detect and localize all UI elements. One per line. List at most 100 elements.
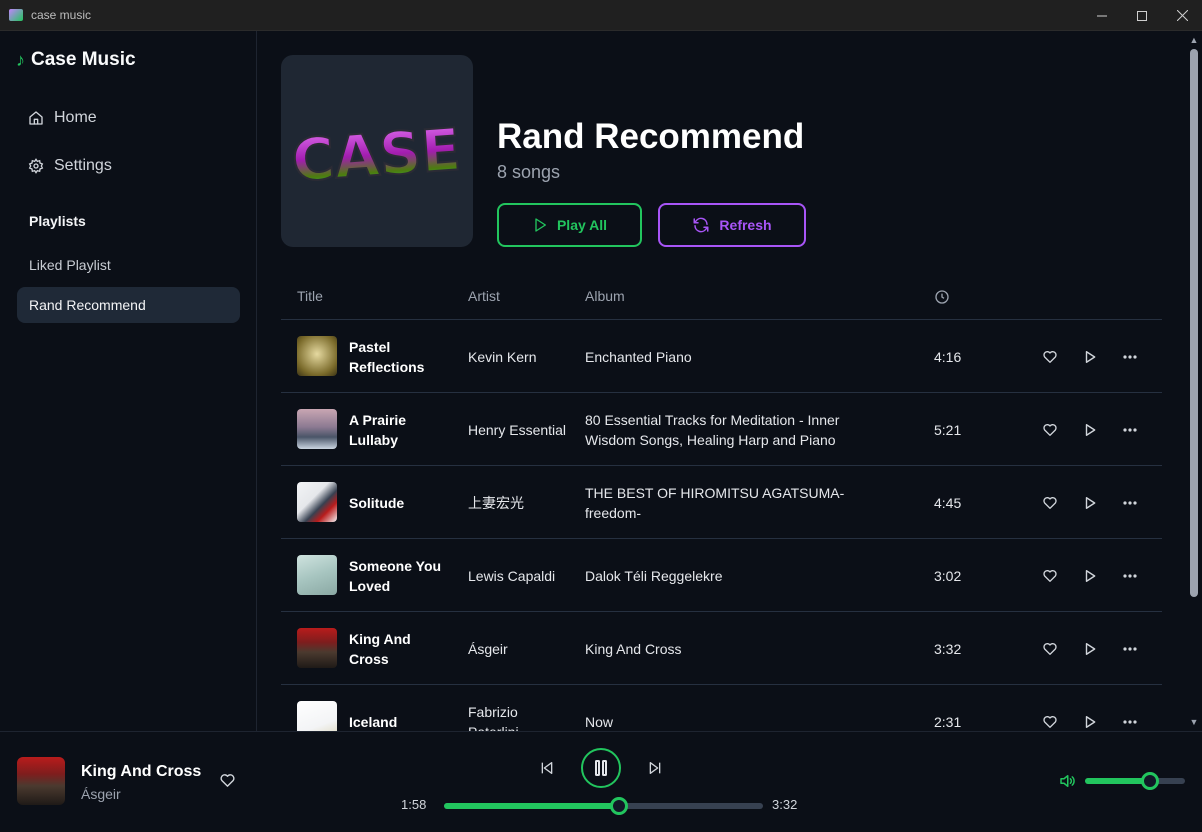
table-row[interactable]: Someone You Loved Lewis Capaldi Dalok Té… — [281, 539, 1162, 612]
heart-icon — [1043, 716, 1057, 728]
song-album: Dalok Téli Reggelekre — [585, 567, 723, 584]
nav-home-label: Home — [54, 109, 97, 126]
album-thumbnail — [297, 628, 337, 668]
header-artist: Artist — [468, 288, 500, 304]
more-icon — [1123, 501, 1137, 505]
playlist-song-count: 8 songs — [497, 162, 561, 182]
like-button[interactable] — [1041, 567, 1059, 585]
pause-button[interactable] — [581, 748, 621, 788]
window-titlebar: case music — [0, 0, 1202, 31]
song-table: Pastel Reflections Kevin Kern Enchanted … — [281, 320, 1162, 731]
now-playing-cover — [17, 757, 65, 805]
more-icon — [1123, 355, 1137, 359]
clock-icon — [935, 290, 949, 304]
more-button[interactable] — [1121, 494, 1139, 512]
song-album: THE BEST OF HIROMITSU AGATSUMA-freedom- — [585, 484, 845, 521]
play-song-button[interactable] — [1081, 348, 1099, 366]
play-song-button[interactable] — [1081, 494, 1099, 512]
header-title: Title — [297, 288, 323, 304]
sidebar-item-liked-playlist[interactable]: Liked Playlist — [17, 247, 240, 283]
sidebar-item-rand-recommend[interactable]: Rand Recommend — [17, 287, 240, 323]
table-row[interactable]: Solitude 上妻宏光 THE BEST OF HIROMITSU AGAT… — [281, 466, 1162, 539]
table-row[interactable]: Iceland Fabrizio Paterlini Now 2:31 — [281, 685, 1162, 731]
song-title: Iceland — [349, 713, 398, 730]
volume-slider[interactable] — [1085, 772, 1185, 790]
player-bar: King And Cross Ásgeir 1:58 3:32 — [0, 731, 1202, 832]
close-button[interactable] — [1162, 0, 1202, 31]
song-title: Someone You Loved — [349, 557, 442, 594]
album-thumbnail — [297, 701, 337, 731]
heart-icon — [1043, 570, 1057, 582]
brand-name: Case Music — [31, 49, 136, 70]
like-button[interactable] — [1041, 494, 1059, 512]
main-content: CASE Rand Recommend 8 songs Play All Ref… — [258, 31, 1186, 731]
next-button[interactable] — [645, 758, 665, 778]
song-title: Pastel Reflections — [349, 338, 425, 375]
heart-icon — [1043, 643, 1057, 655]
music-note-icon: ♪ — [16, 49, 25, 70]
progress-handle[interactable] — [610, 797, 629, 815]
song-artist: Ásgeir — [468, 640, 508, 657]
song-artist: 上妻宏光 — [468, 494, 524, 511]
progress-slider[interactable] — [444, 797, 763, 815]
refresh-button[interactable]: Refresh — [658, 203, 806, 247]
like-button[interactable] — [1041, 640, 1059, 658]
song-title: Solitude — [349, 494, 405, 511]
minimize-button[interactable] — [1082, 0, 1122, 31]
play-icon — [1085, 643, 1096, 655]
song-album: King And Cross — [585, 640, 682, 657]
like-button[interactable] — [1041, 348, 1059, 366]
song-title: A Prairie Lullaby — [349, 411, 407, 448]
nav-settings[interactable]: Settings — [28, 157, 112, 175]
scroll-up-arrow-icon[interactable]: ▲ — [1189, 35, 1199, 45]
more-button[interactable] — [1121, 713, 1139, 731]
now-playing-title: King And Cross — [81, 763, 202, 780]
volume-button[interactable] — [1057, 772, 1077, 795]
maximize-button[interactable] — [1122, 0, 1162, 31]
play-song-button[interactable] — [1081, 421, 1099, 439]
heart-icon — [1043, 497, 1057, 509]
song-title: King And Cross — [349, 630, 411, 667]
song-album: Enchanted Piano — [585, 348, 692, 365]
like-button[interactable] — [1041, 713, 1059, 731]
like-button[interactable] — [1041, 421, 1059, 439]
main-scrollbar[interactable]: ▲ ▼ — [1186, 31, 1202, 731]
maximize-icon — [1137, 10, 1147, 21]
play-icon — [1085, 424, 1096, 436]
nav-home[interactable]: Home — [28, 109, 97, 127]
scrollbar-thumb[interactable] — [1190, 49, 1198, 597]
playlists-heading: Playlists — [29, 213, 86, 229]
album-thumbnail — [297, 336, 337, 376]
pause-icon — [595, 760, 607, 776]
album-thumbnail — [297, 409, 337, 449]
now-playing-artist: Ásgeir — [81, 786, 121, 802]
play-song-button[interactable] — [1081, 713, 1099, 731]
play-icon — [1085, 497, 1096, 509]
album-thumbnail — [297, 555, 337, 595]
more-button[interactable] — [1121, 567, 1139, 585]
scroll-down-arrow-icon[interactable]: ▼ — [1189, 717, 1199, 727]
heart-icon — [1043, 424, 1057, 436]
gear-icon — [28, 158, 44, 174]
play-song-button[interactable] — [1081, 640, 1099, 658]
header-duration — [934, 289, 950, 308]
table-header: Title Artist Album — [281, 275, 1162, 320]
play-all-button[interactable]: Play All — [497, 203, 642, 247]
play-icon — [535, 218, 546, 232]
more-button[interactable] — [1121, 348, 1139, 366]
song-album: Now — [585, 713, 614, 730]
song-duration: 3:02 — [934, 567, 962, 584]
table-row[interactable]: A Prairie Lullaby Henry Essential 80 Ess… — [281, 393, 1162, 466]
volume-handle[interactable] — [1141, 772, 1159, 790]
play-song-button[interactable] — [1081, 567, 1099, 585]
minimize-icon — [1097, 15, 1107, 16]
window-title: case music — [31, 8, 92, 22]
table-row[interactable]: Pastel Reflections Kevin Kern Enchanted … — [281, 320, 1162, 393]
table-row[interactable]: King And Cross Ásgeir King And Cross 3:3… — [281, 612, 1162, 685]
more-button[interactable] — [1121, 640, 1139, 658]
more-icon — [1123, 647, 1137, 651]
more-button[interactable] — [1121, 421, 1139, 439]
nav-settings-label: Settings — [54, 157, 112, 174]
previous-button[interactable] — [537, 758, 557, 778]
now-playing-like-button[interactable] — [219, 772, 236, 794]
